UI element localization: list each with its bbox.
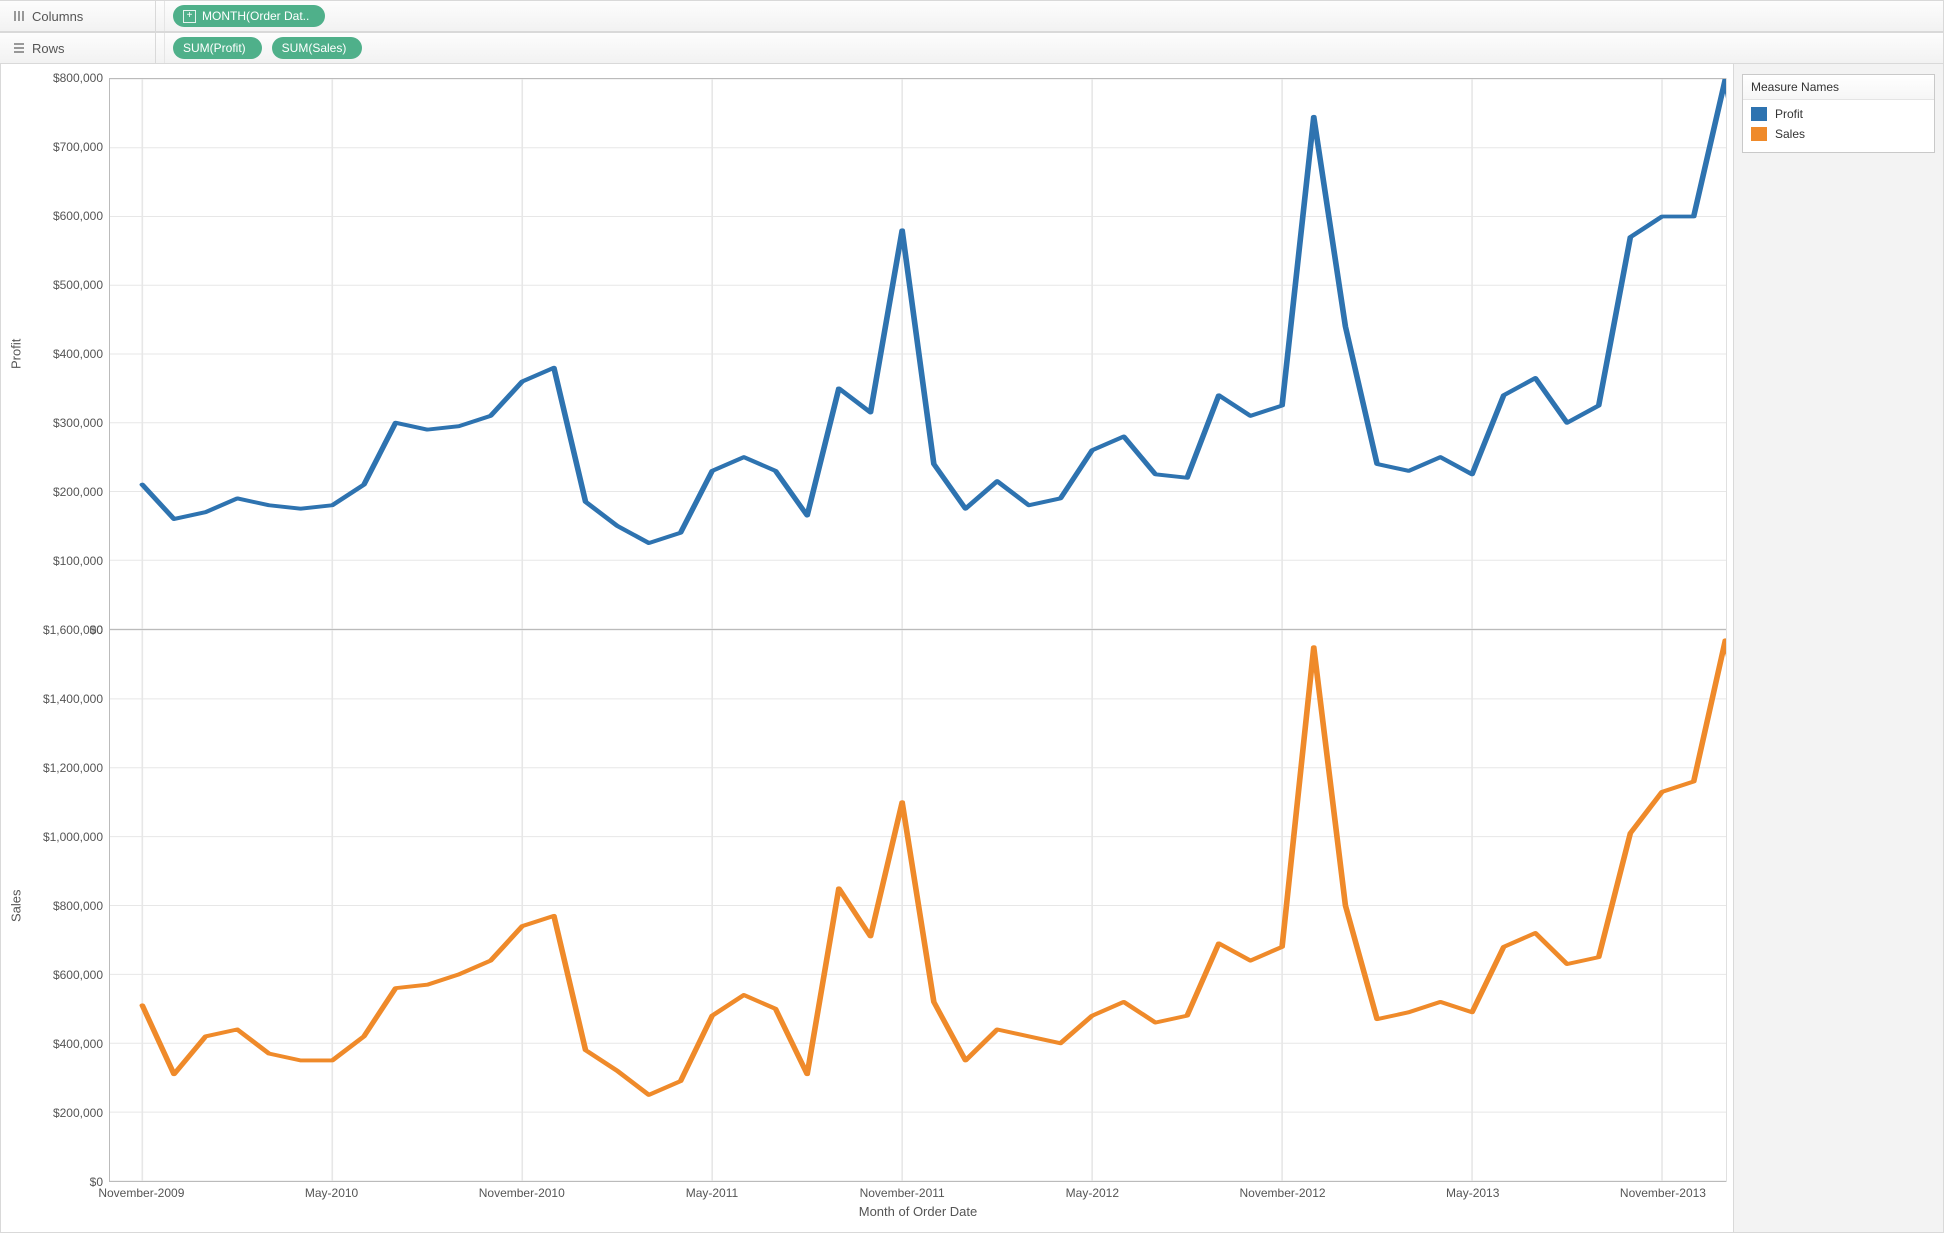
y-tick-label: $500,000 (53, 278, 103, 292)
x-tick-label: May-2011 (686, 1186, 738, 1200)
x-tick-label: November-2009 (98, 1186, 184, 1200)
x-tick-label: November-2013 (1620, 1186, 1706, 1200)
pill-month-order-date[interactable]: + MONTH(Order Dat.. (173, 5, 325, 27)
legend-swatch (1751, 127, 1767, 141)
legend-items: Profit Sales (1743, 100, 1934, 152)
legend-card: Measure Names Profit Sales (1742, 74, 1935, 153)
y-tick-label: $800,000 (53, 71, 103, 85)
x-tick-label: May-2013 (1446, 1186, 1499, 1200)
y-axis-title-sales: Sales (7, 630, 25, 1182)
pill-label: MONTH(Order Dat.. (202, 9, 309, 23)
y-tick-label: $1,600,000 (43, 623, 103, 637)
sales-line-chart[interactable] (110, 630, 1726, 1182)
x-axis-title: Month of Order Date (109, 1204, 1727, 1219)
y-tick-label: $600,000 (53, 209, 103, 223)
legend-panel: Measure Names Profit Sales (1734, 64, 1944, 1233)
y-tick-label: $100,000 (53, 554, 103, 568)
legend-swatch (1751, 107, 1767, 121)
columns-shelf-track[interactable]: + MONTH(Order Dat.. (164, 1, 1937, 31)
legend-item-sales[interactable]: Sales (1751, 124, 1926, 144)
columns-icon (12, 10, 26, 22)
x-tick-label: November-2012 (1240, 1186, 1326, 1200)
rows-shelf-track[interactable]: SUM(Profit) SUM(Sales) (164, 33, 1937, 63)
y-tick-label: $200,000 (53, 1106, 103, 1120)
columns-shelf-label-cell: Columns (6, 0, 156, 32)
y-tick-label: $1,400,000 (43, 692, 103, 706)
pill-sum-sales[interactable]: SUM(Sales) (272, 37, 363, 59)
legend-label: Sales (1775, 127, 1805, 141)
columns-shelf: Columns + MONTH(Order Dat.. (0, 0, 1944, 32)
y-tick-label: $1,000,000 (43, 830, 103, 844)
visualization-area: Profit $0$100,000$200,000$300,000$400,00… (0, 64, 1734, 1233)
rows-icon (12, 42, 26, 54)
pill-label: SUM(Profit) (183, 41, 246, 55)
y-tick-label: $400,000 (53, 347, 103, 361)
legend-item-profit[interactable]: Profit (1751, 104, 1926, 124)
y-tick-label: $1,200,000 (43, 761, 103, 775)
y-axis-title-profit: Profit (7, 78, 25, 630)
y-axis-ticks-profit: $0$100,000$200,000$300,000$400,000$500,0… (25, 78, 109, 630)
expand-icon[interactable]: + (183, 10, 196, 23)
y-tick-label: $400,000 (53, 1037, 103, 1051)
legend-title: Measure Names (1743, 75, 1934, 100)
x-axis: November-2009May-2010November-2010May-20… (109, 1182, 1727, 1226)
y-tick-label: $600,000 (53, 968, 103, 982)
pill-label: SUM(Sales) (282, 41, 347, 55)
rows-shelf-label-cell: Rows (6, 32, 156, 64)
rows-shelf-label: Rows (32, 41, 65, 56)
y-tick-label: $300,000 (53, 416, 103, 430)
rows-shelf: Rows SUM(Profit) SUM(Sales) (0, 32, 1944, 64)
columns-shelf-label: Columns (32, 9, 83, 24)
pill-sum-profit[interactable]: SUM(Profit) (173, 37, 262, 59)
x-tick-label: November-2010 (479, 1186, 565, 1200)
x-tick-label: May-2010 (305, 1186, 358, 1200)
y-tick-label: $800,000 (53, 899, 103, 913)
x-tick-label: May-2012 (1066, 1186, 1119, 1200)
y-tick-label: $200,000 (53, 485, 103, 499)
y-tick-label: $700,000 (53, 140, 103, 154)
profit-line-chart[interactable] (110, 78, 1726, 630)
y-axis-ticks-sales: $0$200,000$400,000$600,000$800,000$1,000… (25, 630, 109, 1182)
x-axis-ticks: November-2009May-2010November-2010May-20… (109, 1186, 1727, 1202)
x-tick-label: November-2011 (860, 1186, 945, 1200)
legend-label: Profit (1775, 107, 1803, 121)
